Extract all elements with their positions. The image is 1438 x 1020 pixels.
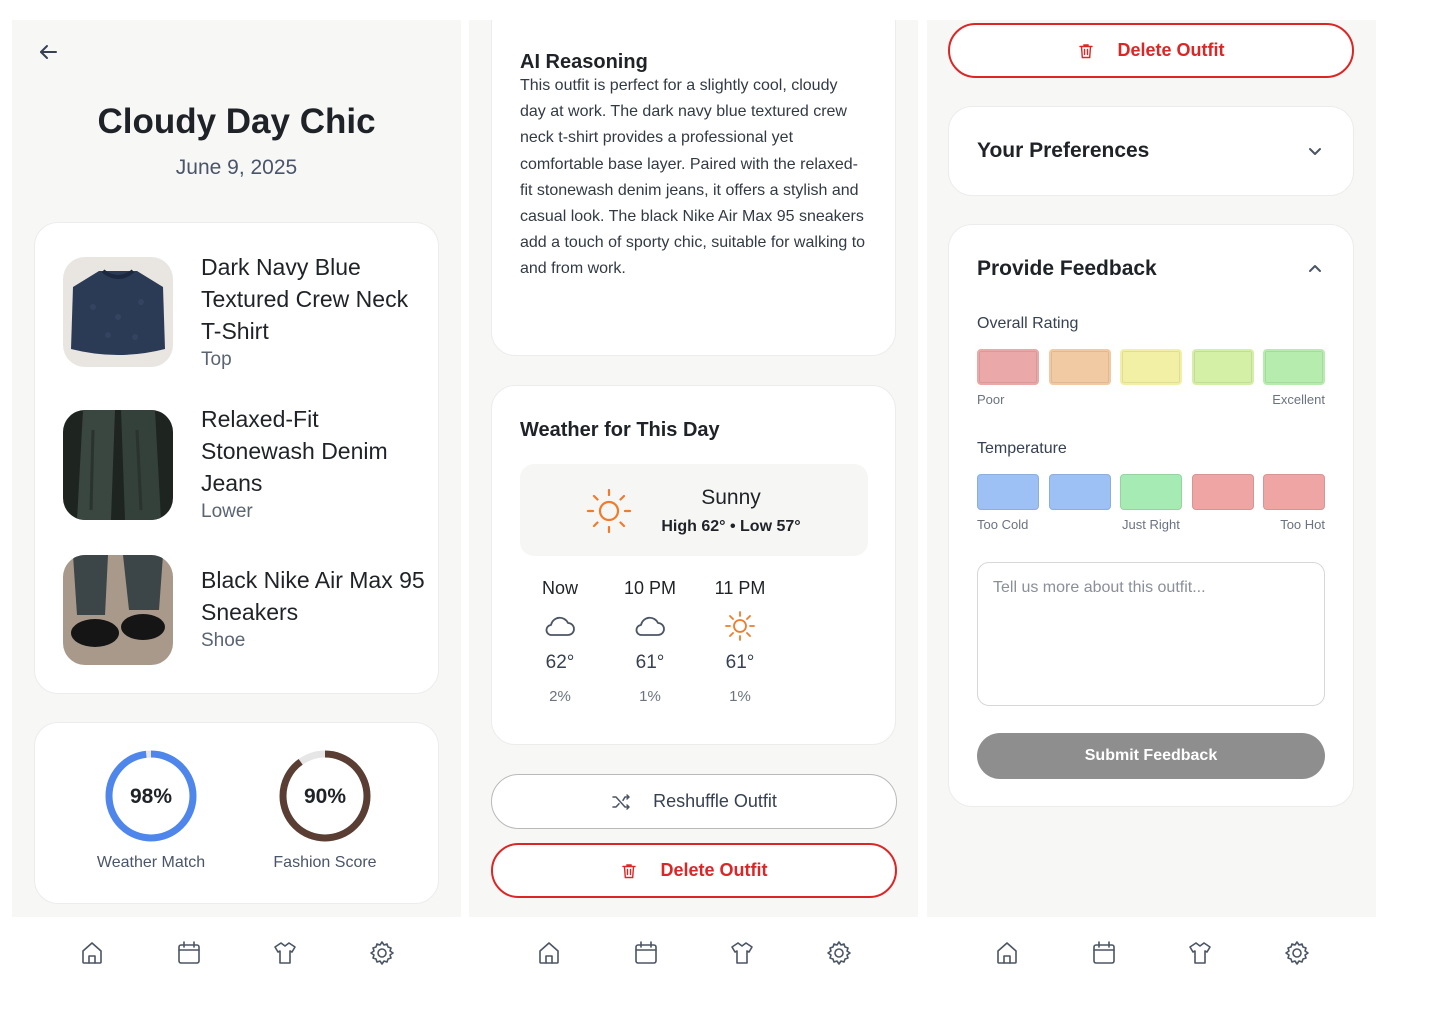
temp-hot-label: Too Hot — [1280, 517, 1325, 532]
weather-match-value: 98% — [129, 785, 173, 808]
hour-temp: 62° — [545, 652, 575, 673]
delete-outfit-label: Delete Outfit — [660, 860, 768, 880]
item-name: Dark Navy Blue Textured Crew Neck T-Shir… — [201, 254, 409, 344]
weather-condition: Sunny — [701, 486, 761, 509]
item-category: Top — [201, 349, 232, 370]
ai-reasoning-title: AI Reasoning — [520, 51, 648, 73]
settings-icon[interactable] — [368, 939, 396, 967]
shirt-icon[interactable] — [1186, 939, 1214, 967]
temperature-option-4[interactable] — [1192, 474, 1254, 510]
sun-icon — [584, 486, 634, 536]
submit-feedback-label: Submit Feedback — [1084, 747, 1218, 764]
rating-option-1[interactable] — [977, 349, 1039, 385]
cloud-icon — [542, 608, 578, 644]
rating-label: Overall Rating — [977, 315, 1079, 332]
scores-card: 98% Weather Match 90% Fashion Score — [34, 722, 439, 904]
temp-cold-label: Too Cold — [977, 517, 1029, 532]
rating-low-label: Poor — [977, 392, 1005, 407]
feedback-card: Provide Feedback Overall Rating Poor Exc… — [948, 224, 1354, 807]
home-icon[interactable] — [535, 939, 563, 967]
shuffle-icon — [611, 792, 631, 812]
chevron-up-icon[interactable] — [1305, 259, 1325, 279]
temp-right-label: Just Right — [1122, 517, 1180, 532]
temperature-option-2[interactable] — [1049, 474, 1111, 510]
item-category: Lower — [201, 501, 253, 522]
bottom-nav — [469, 917, 918, 1020]
submit-feedback-button[interactable]: Submit Feedback — [977, 733, 1325, 779]
calendar-icon[interactable] — [175, 939, 203, 967]
feedback-screen: Delete Outfit Your Preferences Provide F… — [927, 20, 1376, 917]
item-name: Black Nike Air Max 95 Sneakers — [201, 567, 425, 625]
top-item-image[interactable] — [63, 257, 173, 367]
rating-option-4[interactable] — [1192, 349, 1254, 385]
weather-title: Weather for This Day — [520, 419, 720, 441]
feedback-textarea[interactable]: Tell us more about this outfit... — [977, 562, 1325, 706]
home-icon[interactable] — [993, 939, 1021, 967]
hour-temp: 61° — [635, 652, 665, 673]
hour-precip: 2% — [549, 688, 571, 705]
rating-option-5[interactable] — [1263, 349, 1325, 385]
settings-icon[interactable] — [1283, 939, 1311, 967]
sun-icon — [722, 608, 758, 644]
hour-precip: 1% — [639, 688, 661, 705]
delete-outfit-label: Delete Outfit — [1117, 40, 1225, 60]
temperature-option-3[interactable] — [1120, 474, 1182, 510]
bottom-nav — [927, 917, 1376, 1020]
settings-icon[interactable] — [825, 939, 853, 967]
outfit-detail-screen: Cloudy Day Chic June 9, 2025 Dark Navy B… — [12, 20, 461, 917]
rating-option-2[interactable] — [1049, 349, 1111, 385]
bottom-nav — [12, 917, 461, 1020]
reshuffle-label: Reshuffle Outfit — [653, 791, 777, 811]
fashion-score-label: Fashion Score — [273, 854, 377, 871]
home-icon[interactable] — [78, 939, 106, 967]
weather-card: Weather for This Day Sunny High 62° • Lo… — [491, 385, 896, 745]
cloud-icon — [632, 608, 668, 644]
calendar-icon[interactable] — [1090, 939, 1118, 967]
hour-temp: 61° — [725, 652, 755, 673]
hour-time: Now — [541, 578, 578, 598]
feedback-placeholder: Tell us more about this outfit... — [993, 579, 1206, 596]
ai-reasoning-text: This outfit is perfect for a slightly co… — [520, 77, 866, 278]
temperature-option-1[interactable] — [977, 474, 1039, 510]
item-name: Relaxed-Fit Stonewash Denim Jeans — [201, 406, 388, 496]
outfit-detail-screen-scrolled: AI Reasoning This outfit is perfect for … — [469, 20, 918, 917]
item-category: Shoe — [201, 630, 246, 651]
preferences-title: Your Preferences — [977, 139, 1150, 162]
hour-precip: 1% — [729, 688, 751, 705]
trash-icon — [1077, 42, 1095, 60]
delete-outfit-button[interactable]: Delete Outfit — [491, 843, 897, 898]
weather-match-label: Weather Match — [96, 854, 206, 871]
outfit-date: June 9, 2025 — [175, 156, 298, 179]
preferences-card[interactable]: Your Preferences — [948, 106, 1354, 196]
rating-option-3[interactable] — [1120, 349, 1182, 385]
shoe-item-image[interactable] — [63, 555, 173, 665]
weather-summary: Sunny High 62° • Low 57° — [520, 464, 868, 556]
delete-outfit-button[interactable]: Delete Outfit — [948, 23, 1354, 78]
lower-item-image[interactable] — [63, 410, 173, 520]
chevron-down-icon[interactable] — [1305, 141, 1325, 161]
temperature-option-5[interactable] — [1263, 474, 1325, 510]
back-arrow-icon[interactable] — [36, 40, 60, 64]
trash-icon — [620, 862, 638, 880]
calendar-icon[interactable] — [632, 939, 660, 967]
hour-time: 11 PM — [714, 578, 766, 598]
rating-high-label: Excellent — [1272, 392, 1325, 407]
weather-high-low: High 62° • Low 57° — [661, 518, 801, 535]
shirt-icon[interactable] — [728, 939, 756, 967]
fashion-score-value: 90% — [303, 785, 347, 808]
hour-time: 10 PM — [623, 578, 677, 598]
shirt-icon[interactable] — [271, 939, 299, 967]
ai-reasoning-card: AI Reasoning This outfit is perfect for … — [491, 20, 896, 356]
reshuffle-button[interactable]: Reshuffle Outfit — [491, 774, 897, 829]
temperature-label: Temperature — [977, 440, 1067, 457]
outfit-title: Cloudy Day Chic — [97, 102, 376, 141]
outfit-items-card: Dark Navy Blue Textured Crew Neck T-Shir… — [34, 222, 439, 694]
feedback-title: Provide Feedback — [977, 257, 1157, 280]
